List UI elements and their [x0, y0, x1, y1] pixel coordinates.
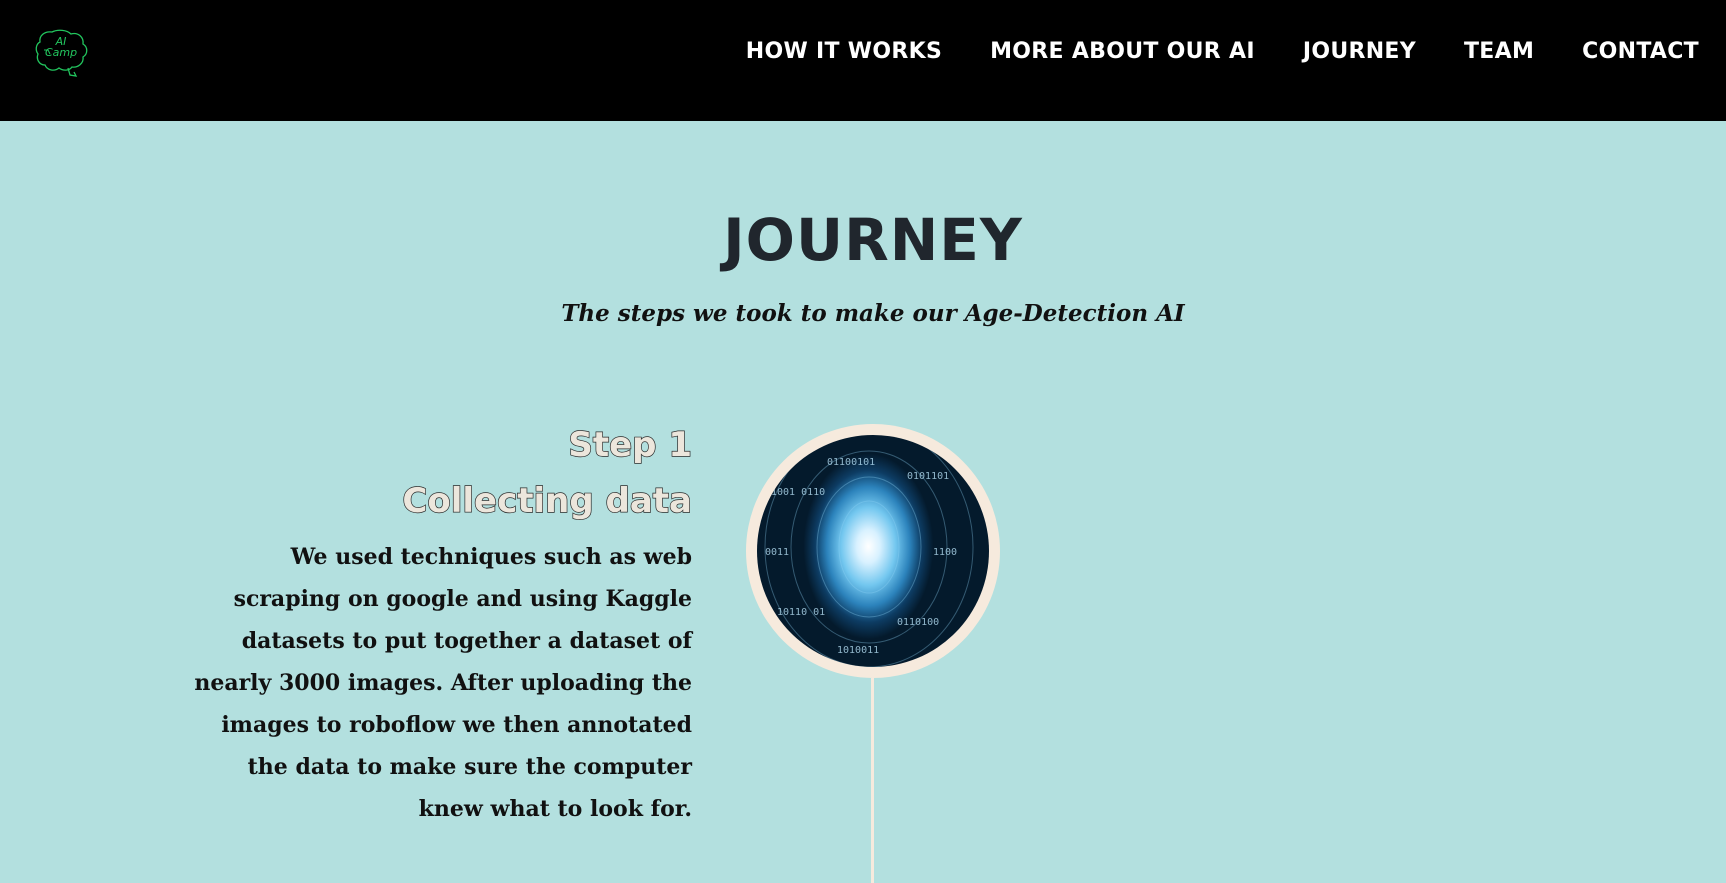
binary-tunnel-graphic: 1001 0110 0101101 0011 1100 10110 01 011…: [764, 435, 974, 667]
svg-text:1001 0110: 1001 0110: [771, 487, 825, 498]
ai-camp-logo[interactable]: AI Camp: [34, 28, 90, 80]
navbar: AI Camp HOW IT WORKS MORE ABOUT OUR AI J…: [0, 0, 1726, 121]
step-image-frame: 1001 0110 0101101 0011 1100 10110 01 011…: [746, 424, 1000, 678]
nav-more-about-our-ai[interactable]: MORE ABOUT OUR AI: [990, 38, 1255, 66]
svg-text:0011: 0011: [765, 547, 789, 558]
timeline-line: [871, 678, 874, 883]
step-title: Collecting data: [402, 480, 693, 521]
nav-how-it-works[interactable]: HOW IT WORKS: [746, 38, 942, 66]
svg-text:1010011: 1010011: [837, 645, 879, 656]
step-number: Step 1: [568, 424, 693, 465]
svg-text:0110100: 0110100: [897, 617, 939, 628]
svg-text:01100101: 01100101: [827, 457, 875, 468]
svg-text:10110 01: 10110 01: [777, 607, 825, 618]
logo-text: AI Camp: [44, 35, 78, 59]
svg-text:1100: 1100: [933, 547, 957, 558]
nav-team[interactable]: TEAM: [1464, 38, 1534, 66]
svg-text:0101101: 0101101: [907, 471, 949, 482]
page-title: JOURNEY: [723, 206, 1023, 274]
step-description: We used techniques such as web scraping …: [194, 544, 692, 822]
main-nav: HOW IT WORKS MORE ABOUT OUR AI JOURNEY T…: [746, 38, 1699, 66]
page-subtitle: The steps we took to make our Age-Detect…: [561, 300, 1185, 327]
binary-tunnel-image: 1001 0110 0101101 0011 1100 10110 01 011…: [757, 435, 989, 667]
nav-contact[interactable]: CONTACT: [1582, 38, 1699, 66]
nav-journey[interactable]: JOURNEY: [1303, 38, 1416, 66]
